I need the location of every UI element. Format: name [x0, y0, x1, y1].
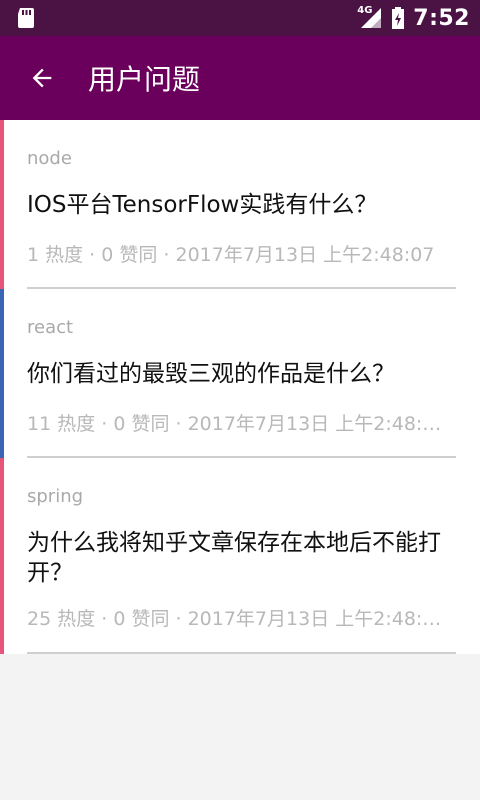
app-bar: 用户问题 — [0, 36, 480, 120]
question-list: node IOS平台TensorFlow实践有什么？ 1 热度 · 0 赞同 ·… — [0, 120, 480, 654]
question-tag: react — [27, 317, 74, 338]
divider — [27, 652, 456, 654]
page-title: 用户问题 — [88, 63, 201, 96]
question-card[interactable]: spring 为什么我将知乎文章保存在本地后不能打开？ 25 热度 · 0 赞同… — [0, 458, 480, 654]
sd-card-icon — [16, 6, 36, 30]
status-time: 7:52 — [413, 5, 470, 31]
battery-icon — [391, 6, 405, 30]
arrow-back-icon — [32, 68, 52, 88]
signal-icon: 4G — [357, 5, 383, 30]
question-meta: 1 热度 · 0 赞同 · 2017年7月13日 上午2:48:07 — [27, 244, 435, 266]
status-bar: 4G 7:52 — [0, 0, 480, 36]
question-meta: 11 热度 · 0 赞同 · 2017年7月13日 上午2:48:… — [27, 413, 442, 435]
question-title: IOS平台TensorFlow实践有什么？ — [27, 192, 378, 218]
question-meta: 25 热度 · 0 赞同 · 2017年7月13日 上午2:48:… — [27, 608, 442, 630]
question-title: 为什么我将知乎文章保存在本地后不能打开？ — [27, 530, 441, 586]
card-accent-bar — [0, 458, 4, 654]
question-card[interactable]: node IOS平台TensorFlow实践有什么？ 1 热度 · 0 赞同 ·… — [0, 120, 480, 289]
card-accent-bar — [0, 289, 4, 458]
card-accent-bar — [0, 120, 4, 289]
question-title: 你们看过的最毁三观的作品是什么？ — [27, 361, 395, 387]
question-card[interactable]: react 你们看过的最毁三观的作品是什么？ 11 热度 · 0 赞同 · 20… — [0, 289, 480, 458]
question-tag: node — [27, 148, 72, 169]
back-button[interactable] — [0, 36, 84, 120]
question-tag: spring — [27, 486, 84, 507]
